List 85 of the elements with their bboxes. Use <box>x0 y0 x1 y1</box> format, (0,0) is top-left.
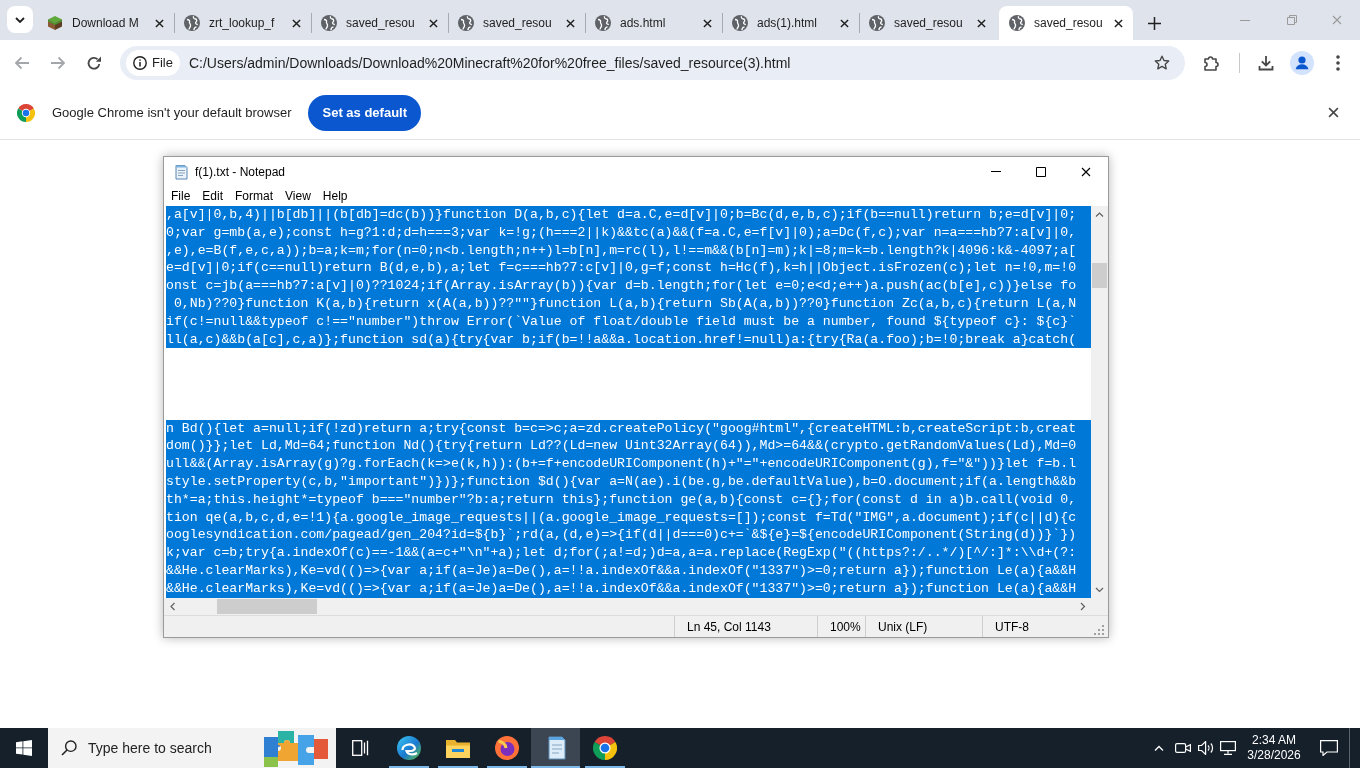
clock-time[interactable]: 2:34 AM <box>1252 733 1296 748</box>
chevron-up-icon <box>1095 211 1104 218</box>
speaker-icon <box>1198 741 1214 755</box>
window-title: f(1).txt - Notepad <box>195 163 286 181</box>
browser-tab[interactable]: saved_resou <box>859 6 996 40</box>
chevron-right-icon <box>1079 602 1086 611</box>
star-icon <box>1154 55 1170 71</box>
close-icon <box>565 18 575 28</box>
close-icon <box>1327 107 1339 118</box>
address-bar[interactable]: File C:/Users/admin/Downloads/Download%20Minecraft%20for%20free_files/saved_resource(3).html <box>120 46 1185 80</box>
chevron-left-icon <box>169 602 176 611</box>
puzzle-piece-icon <box>1204 55 1220 71</box>
scrollbar-thumb[interactable] <box>1092 263 1107 288</box>
info-icon <box>133 56 147 70</box>
minimize-icon <box>1240 19 1250 21</box>
chevron-up-icon <box>1154 744 1164 752</box>
globe-icon <box>321 15 337 31</box>
close-icon <box>1080 166 1091 177</box>
restore-icon <box>1285 15 1297 25</box>
browser-tab[interactable]: saved_resou <box>999 6 1133 40</box>
notepad-taskbar-button[interactable] <box>531 728 580 768</box>
chevron-down-icon <box>1095 586 1104 593</box>
resize-grip-icon <box>1094 625 1104 635</box>
avatar-icon <box>1290 51 1314 75</box>
minimize-icon <box>990 171 1001 172</box>
cursor-position-text: Ln 45, Col 1143 <box>674 616 817 637</box>
close-icon <box>1113 18 1123 28</box>
windows-logo-icon <box>16 740 32 756</box>
globe-icon <box>184 15 200 31</box>
globe-icon <box>595 15 611 31</box>
browser-tab[interactable]: Download M <box>37 6 174 40</box>
close-icon <box>1332 15 1342 25</box>
clock-date[interactable]: 3/28/2026 <box>1247 748 1301 763</box>
menu-item[interactable]: Format <box>229 187 280 205</box>
grass-block-icon <box>47 15 63 31</box>
globe-icon <box>869 15 885 31</box>
monitor-icon <box>1220 741 1236 755</box>
globe-icon <box>1009 15 1025 31</box>
search-icon <box>61 740 77 756</box>
encoding-text: UTF-8 <box>982 616 1092 637</box>
tab-search-button[interactable] <box>7 6 33 33</box>
puzzle-pieces-icon <box>264 729 328 767</box>
set-as-default-button[interactable]: Set as default <box>308 94 421 131</box>
chrome-logo-icon <box>17 103 35 122</box>
close-icon <box>154 18 164 28</box>
close-icon <box>976 18 986 28</box>
menu-item[interactable]: View <box>279 187 317 205</box>
browser-tab[interactable]: ads.html <box>585 6 722 40</box>
menu-item[interactable]: Edit <box>196 187 230 205</box>
browser-tab[interactable]: zrt_lookup_f <box>174 6 311 40</box>
site-info-button[interactable]: File <box>126 50 180 76</box>
kebab-menu-icon <box>1336 55 1340 71</box>
browser-tab[interactable]: ads(1).html <box>722 6 859 40</box>
browser-tab[interactable]: saved_resou <box>311 6 448 40</box>
edge-logo-icon <box>396 736 421 760</box>
task-view-icon <box>351 740 369 756</box>
back-arrow-icon <box>14 56 30 70</box>
speech-bubble-icon <box>1320 740 1338 756</box>
close-icon <box>428 18 438 28</box>
text-area[interactable] <box>164 206 1091 598</box>
plus-icon <box>1147 16 1161 30</box>
browser-tab[interactable]: saved_resou <box>448 6 585 40</box>
globe-icon <box>458 15 474 31</box>
close-icon <box>839 18 849 28</box>
caret-down-icon <box>15 16 25 23</box>
zoom-level-text: 100% <box>817 616 865 637</box>
folder-icon <box>445 738 470 758</box>
close-icon <box>702 18 712 28</box>
close-icon <box>291 18 301 28</box>
scrollbar-thumb[interactable] <box>217 599 317 614</box>
reload-icon <box>86 55 102 71</box>
maximize-icon <box>1035 166 1046 177</box>
menu-item[interactable]: Help <box>316 187 354 205</box>
chrome-logo-icon <box>592 736 617 760</box>
firefox-logo-icon <box>494 736 519 760</box>
notepad-icon <box>173 163 189 180</box>
default-browser-message: Google Chrome isn't your default browser <box>52 103 292 122</box>
line-ending-text: Unix (LF) <box>865 616 982 637</box>
vertical-scrollbar[interactable] <box>1091 206 1108 598</box>
download-icon <box>1258 55 1274 71</box>
menu-item[interactable]: File <box>165 187 197 205</box>
forward-arrow-icon <box>50 56 66 70</box>
globe-icon <box>732 15 748 31</box>
video-camera-icon <box>1175 741 1191 755</box>
url-text: C:/Users/admin/Downloads/Download%20Minecraft%20for%20free_files/saved_resource(3).html <box>188 53 791 73</box>
